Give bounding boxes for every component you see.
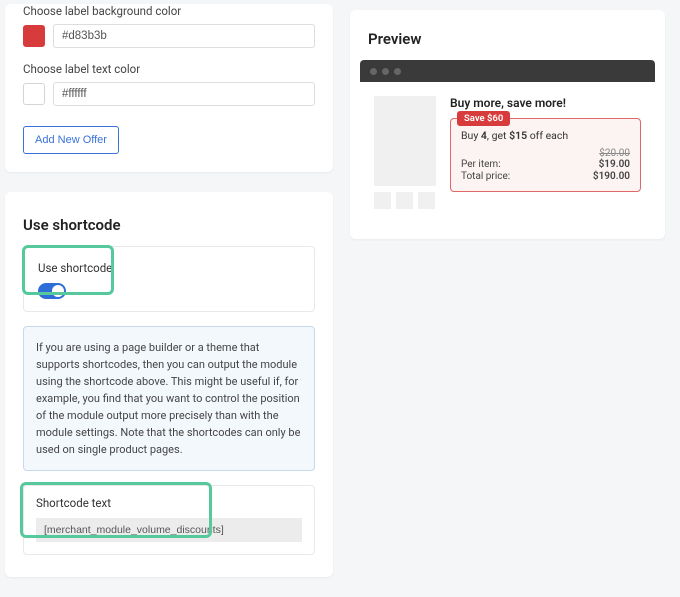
original-price: $20.00: [461, 148, 630, 159]
thumbnail-placeholder: [418, 192, 435, 209]
shortcode-info-box: If you are using a page builder or a the…: [23, 326, 315, 471]
browser-bar: [360, 60, 655, 82]
window-dot-icon: [382, 68, 389, 75]
window-dot-icon: [370, 68, 377, 75]
offer-heading: Buy more, save more!: [450, 96, 641, 110]
save-badge: Save $60: [457, 111, 510, 126]
product-image-column: [374, 96, 436, 209]
shortcode-toggle[interactable]: [38, 283, 66, 299]
color-settings-card: Choose label background color Choose lab…: [5, 4, 333, 172]
shortcode-text-input[interactable]: [36, 518, 302, 542]
per-item-label: Per item:: [461, 159, 501, 170]
window-dot-icon: [394, 68, 401, 75]
shortcode-toggle-label: Use shortcode: [38, 261, 300, 275]
shortcode-toggle-card: Use shortcode: [23, 246, 315, 312]
total-price-label: Total price:: [461, 171, 510, 182]
bg-color-swatch[interactable]: [23, 25, 45, 47]
bg-color-input[interactable]: [53, 24, 315, 48]
preview-card: Preview Buy more, save more!: [350, 10, 665, 239]
toggle-knob: [52, 285, 64, 297]
shortcode-section-title: Use shortcode: [23, 216, 333, 234]
shortcode-field-card: Shortcode text: [23, 485, 315, 555]
total-price-value: $190.00: [593, 171, 630, 182]
text-color-swatch[interactable]: [23, 83, 45, 105]
offer-card: Save $60 Buy 4, get $15 off each $20.00 …: [450, 118, 641, 192]
product-image-placeholder: [374, 96, 436, 186]
text-color-input[interactable]: [53, 82, 315, 106]
shortcode-field-label: Shortcode text: [36, 496, 302, 510]
thumbnail-placeholder: [396, 192, 413, 209]
use-shortcode-card: Use shortcode Use shortcode If you are u…: [5, 192, 333, 577]
offer-main-line: Buy 4, get $15 off each: [461, 129, 630, 142]
thumbnail-placeholder: [374, 192, 391, 209]
add-new-offer-button[interactable]: Add New Offer: [23, 126, 119, 154]
preview-title: Preview: [368, 30, 651, 48]
bg-color-label: Choose label background color: [23, 4, 315, 18]
per-item-value: $19.00: [599, 159, 630, 170]
preview-frame: Buy more, save more! Save $60 Buy 4, get…: [360, 60, 655, 225]
text-color-label: Choose label text color: [23, 62, 315, 76]
